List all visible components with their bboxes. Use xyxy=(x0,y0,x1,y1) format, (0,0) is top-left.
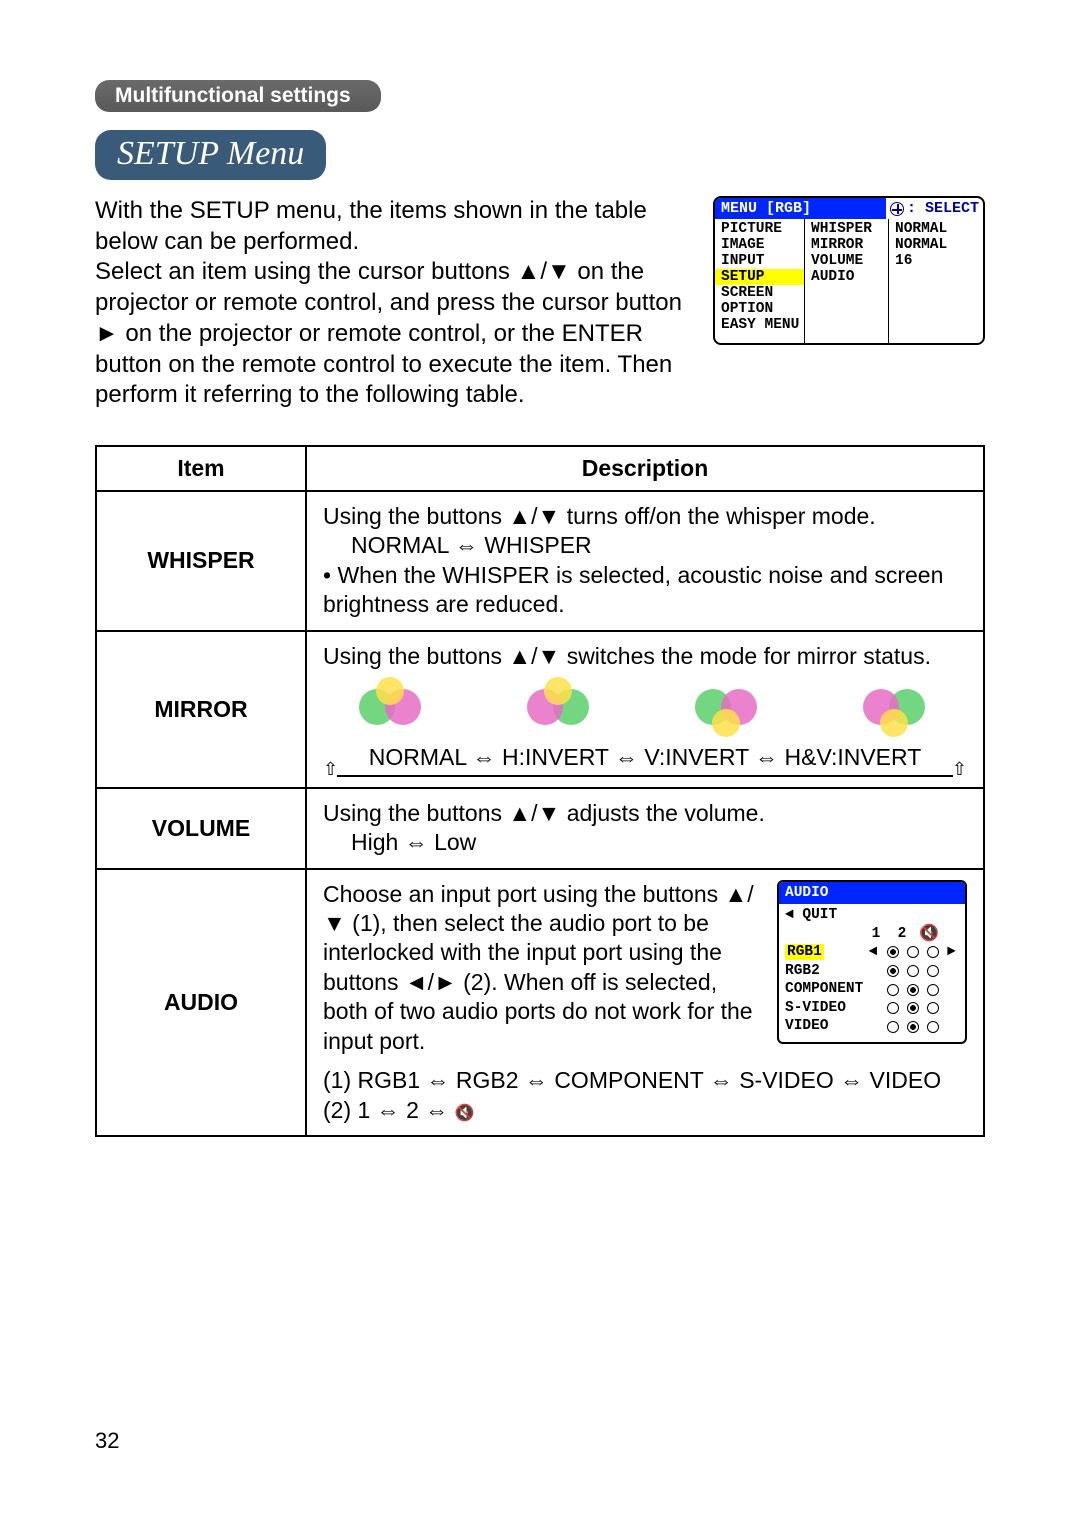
desc-whisper: Using the buttons ▲/▼ turns off/on the w… xyxy=(306,491,984,631)
osd-select-hint: : SELECT xyxy=(886,198,983,219)
osd-menu-item: INPUT xyxy=(721,253,798,269)
radio-selected-icon xyxy=(907,1002,919,1014)
table-row: WHISPER Using the buttons ▲/▼ turns off/… xyxy=(96,491,984,631)
osd-mid-col: WHISPERMIRRORVOLUMEAUDIO xyxy=(805,219,889,343)
mirror-hinvert-icon xyxy=(521,677,601,737)
breadcrumb: Multifunctional settings xyxy=(95,80,381,112)
mute-icon: 🔇 xyxy=(455,1106,475,1122)
audio-osd-header-row: 12🔇 xyxy=(785,925,959,944)
audio-osd-row: RGB1◄ ► xyxy=(785,943,959,962)
radio-empty-icon xyxy=(887,984,899,996)
osd-setting-value xyxy=(895,269,977,285)
osd-menu-item: PICTURE xyxy=(721,221,798,237)
audio-osd-row: S-VIDEO xyxy=(785,999,959,1018)
settings-table: Item Description WHISPER Using the butto… xyxy=(95,445,985,1137)
osd-setting-label: MIRROR xyxy=(811,237,882,253)
desc-audio: Choose an input port using the buttons ▲… xyxy=(306,869,984,1137)
desc-mirror: Using the buttons ▲/▼ switches the mode … xyxy=(306,631,984,788)
audio-osd-row: RGB2 xyxy=(785,962,959,981)
osd-menu-item: SETUP xyxy=(715,269,804,285)
osd-menu-item: OPTION xyxy=(721,301,798,317)
radio-selected-icon xyxy=(907,984,919,996)
page-number: 32 xyxy=(95,1428,119,1454)
osd-setting-value: NORMAL xyxy=(895,221,977,237)
manual-page: Multifunctional settings SETUP Menu With… xyxy=(0,0,1080,1514)
audio-osd-screenshot: AUDIO ◄ QUIT12🔇RGB1◄ ►RGB2 COMPONENT S-V… xyxy=(777,880,967,1044)
mute-icon: 🔇 xyxy=(919,926,939,942)
radio-empty-icon xyxy=(887,1021,899,1033)
radio-selected-icon xyxy=(887,965,899,977)
osd-setting-value: NORMAL xyxy=(895,237,977,253)
table-row: MIRROR Using the buttons ▲/▼ switches th… xyxy=(96,631,984,788)
osd-title: MENU [RGB] xyxy=(715,198,886,219)
item-volume: VOLUME xyxy=(96,788,306,869)
arrow-up-icon: ⇧ xyxy=(952,758,967,781)
osd-menu-item: EASY MENU xyxy=(721,317,798,333)
radio-selected-icon xyxy=(887,946,899,958)
audio-osd-row: COMPONENT xyxy=(785,980,959,999)
item-mirror: MIRROR xyxy=(96,631,306,788)
audio-text: Choose an input port using the buttons ▲… xyxy=(323,880,763,1057)
item-whisper: WHISPER xyxy=(96,491,306,631)
osd-setting-label: VOLUME xyxy=(811,253,882,269)
osd-menu-item: SCREEN xyxy=(721,285,798,301)
table-row: VOLUME Using the buttons ▲/▼ adjusts the… xyxy=(96,788,984,869)
osd-setting-label: AUDIO xyxy=(811,269,882,285)
cycle-line: ⇧ ⇧ xyxy=(337,775,953,777)
audio-osd-quit: ◄ QUIT xyxy=(785,906,959,925)
mirror-vinvert-icon xyxy=(689,677,769,737)
radio-empty-icon xyxy=(927,965,939,977)
radio-empty-icon xyxy=(927,984,939,996)
radio-empty-icon xyxy=(887,1002,899,1014)
radio-empty-icon xyxy=(927,1021,939,1033)
osd-menu-item: IMAGE xyxy=(721,237,798,253)
radio-empty-icon xyxy=(907,965,919,977)
page-title: SETUP Menu xyxy=(95,130,326,180)
col-item: Item xyxy=(96,446,306,491)
osd-right-col: NORMALNORMAL16 xyxy=(889,219,983,343)
mirror-graphics xyxy=(323,671,967,743)
osd-setting-label: WHISPER xyxy=(811,221,882,237)
mirror-hvinvert-icon xyxy=(857,677,937,737)
audio-osd-title: AUDIO xyxy=(779,882,965,905)
item-audio: AUDIO xyxy=(96,869,306,1137)
arrow-up-icon: ⇧ xyxy=(323,758,338,781)
col-desc: Description xyxy=(306,446,984,491)
intro-text: With the SETUP menu, the items shown in … xyxy=(95,196,693,411)
dpad-icon xyxy=(890,202,904,216)
desc-volume: Using the buttons ▲/▼ adjusts the volume… xyxy=(306,788,984,869)
osd-left-col: PICTUREIMAGEINPUTSETUPSCREENOPTIONEASY M… xyxy=(715,219,805,343)
radio-selected-icon xyxy=(907,1021,919,1033)
radio-empty-icon xyxy=(907,946,919,958)
radio-empty-icon xyxy=(927,946,939,958)
mirror-normal-icon xyxy=(353,677,433,737)
radio-empty-icon xyxy=(927,1002,939,1014)
audio-osd-row: VIDEO xyxy=(785,1017,959,1036)
osd-setting-value: 16 xyxy=(895,253,977,269)
table-row: AUDIO Choose an input port using the but… xyxy=(96,869,984,1137)
osd-menu-screenshot: MENU [RGB] : SELECT PICTUREIMAGEINPUTSET… xyxy=(713,196,985,345)
